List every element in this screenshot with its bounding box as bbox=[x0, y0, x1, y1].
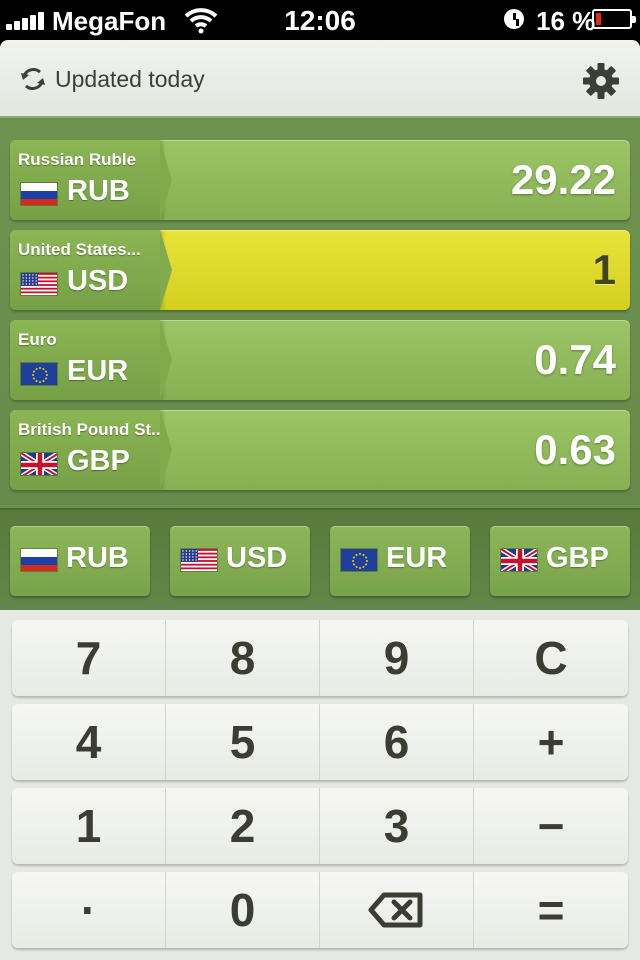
rate-value: 0.74 bbox=[534, 336, 616, 383]
rate-row-usd[interactable]: United States... USD 1 bbox=[10, 230, 630, 310]
quick-code: USD bbox=[226, 542, 288, 574]
rate-label-tab: United States... USD bbox=[10, 230, 172, 310]
backspace-icon bbox=[368, 892, 423, 928]
keypad-row: 7 8 9 C bbox=[12, 620, 628, 696]
currency-code: RUB bbox=[67, 175, 130, 207]
flag-uk-icon bbox=[500, 548, 538, 572]
rate-row-eur[interactable]: Euro EUR 0.74 bbox=[10, 320, 630, 400]
key-backspace[interactable] bbox=[320, 872, 474, 948]
updated-status: Updated today bbox=[55, 66, 205, 92]
currency-code: USD bbox=[67, 265, 129, 297]
quick-code: EUR bbox=[386, 542, 448, 574]
currency-code: EUR bbox=[67, 355, 129, 387]
key-2[interactable]: 2 bbox=[166, 788, 320, 864]
keypad-row: 4 5 6 + bbox=[12, 704, 628, 780]
quick-code: GBP bbox=[546, 542, 609, 574]
rate-row-rub[interactable]: Russian Ruble RUB 29.22 bbox=[10, 140, 630, 220]
currency-name: United States... bbox=[18, 240, 141, 259]
rate-label-tab: Euro EUR bbox=[10, 320, 172, 400]
currency-code: GBP bbox=[67, 445, 130, 477]
currency-name: British Pound St... bbox=[18, 420, 166, 439]
flag-usa-icon bbox=[180, 548, 218, 572]
flag-usa-icon bbox=[20, 272, 58, 296]
quick-button-eur[interactable]: EUR bbox=[330, 526, 470, 596]
currency-name: Russian Ruble bbox=[18, 150, 137, 169]
key-plus[interactable]: + bbox=[474, 704, 628, 780]
quick-button-usd[interactable]: USD bbox=[170, 526, 310, 596]
gear-icon[interactable] bbox=[582, 62, 620, 100]
key-equals[interactable]: = bbox=[474, 872, 628, 948]
key-1[interactable]: 1 bbox=[12, 788, 166, 864]
refresh-icon[interactable] bbox=[20, 66, 46, 92]
flag-russia-icon bbox=[20, 548, 58, 572]
key-minus[interactable]: − bbox=[474, 788, 628, 864]
key-3[interactable]: 3 bbox=[320, 788, 474, 864]
key-clear[interactable]: C bbox=[474, 620, 628, 696]
flag-eu-icon bbox=[340, 548, 378, 572]
flag-uk-icon bbox=[20, 452, 58, 476]
key-5[interactable]: 5 bbox=[166, 704, 320, 780]
keypad-row: 1 2 3 − bbox=[12, 788, 628, 864]
status-bar: MegaFon 12:06 16 % bbox=[0, 0, 640, 40]
quick-currency-bar: RUB USD EUR GBP bbox=[0, 508, 640, 610]
rate-label-tab: British Pound St... GBP bbox=[10, 410, 172, 490]
battery-icon bbox=[592, 9, 636, 29]
keypad-row: · 0 = bbox=[12, 872, 628, 948]
header-bar: Updated today bbox=[0, 40, 640, 118]
rates-list: Russian Ruble RUB 29.22 United States...… bbox=[0, 120, 640, 505]
key-0[interactable]: 0 bbox=[166, 872, 320, 948]
currency-converter-app: Updated today Russian Ruble RUB 29.22 Un… bbox=[0, 40, 640, 960]
quick-button-rub[interactable]: RUB bbox=[10, 526, 150, 596]
currency-name: Euro bbox=[18, 330, 57, 349]
keypad: 7 8 9 C 4 5 6 + 1 2 3 − · 0 = bbox=[0, 610, 640, 960]
alarm-clock-icon bbox=[504, 9, 524, 29]
key-7[interactable]: 7 bbox=[12, 620, 166, 696]
rate-value: 29.22 bbox=[510, 156, 616, 203]
rate-value: 1 bbox=[592, 246, 616, 293]
quick-button-gbp[interactable]: GBP bbox=[490, 526, 630, 596]
key-4[interactable]: 4 bbox=[12, 704, 166, 780]
key-8[interactable]: 8 bbox=[166, 620, 320, 696]
rate-label-tab: Russian Ruble RUB bbox=[10, 140, 172, 220]
key-6[interactable]: 6 bbox=[320, 704, 474, 780]
flag-eu-icon bbox=[20, 362, 58, 386]
rate-value: 0.63 bbox=[534, 426, 616, 473]
flag-russia-icon bbox=[20, 182, 58, 206]
key-decimal[interactable]: · bbox=[12, 872, 166, 948]
battery-percent: 16 % bbox=[536, 6, 596, 36]
key-9[interactable]: 9 bbox=[320, 620, 474, 696]
quick-code: RUB bbox=[66, 542, 129, 574]
rate-row-gbp[interactable]: British Pound St... GBP 0.63 bbox=[10, 410, 630, 490]
